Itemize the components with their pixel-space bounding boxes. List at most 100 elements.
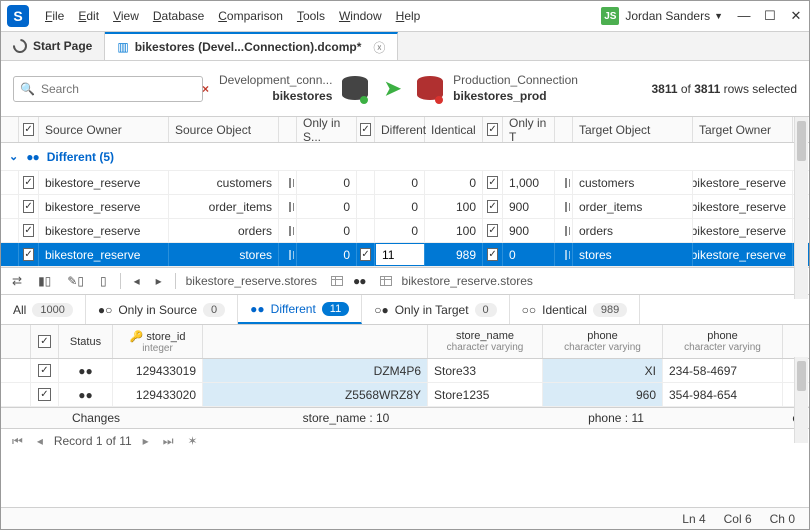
ftab-only-source[interactable]: ●○Only in Source0 xyxy=(86,295,238,324)
prev-diff-button[interactable]: ◂ xyxy=(131,272,143,290)
menu-view[interactable]: View xyxy=(107,6,145,26)
nav-next-button[interactable]: ▸ xyxy=(140,434,152,448)
next-diff-button[interactable]: ▸ xyxy=(153,272,165,290)
col-source-owner[interactable]: Source Owner xyxy=(39,117,169,142)
layout-button[interactable]: ▯ xyxy=(97,272,110,290)
user-menu-caret[interactable]: ▼ xyxy=(714,11,723,21)
menu-tools[interactable]: Tools xyxy=(291,6,331,26)
row-checkbox[interactable] xyxy=(23,200,33,213)
statusbar: Ln 4 Col 6 Ch 0 xyxy=(1,507,809,529)
detail-scrollbar[interactable] xyxy=(794,357,808,443)
detail-diff-value: Z5568WRZ8Y xyxy=(203,383,428,406)
col-source-object[interactable]: Source Object xyxy=(169,117,279,142)
nav-refresh-button[interactable]: ✶ xyxy=(185,434,201,448)
table-row[interactable]: bikestore_reserveorder_items00100900orde… xyxy=(1,195,809,219)
row-oit-checkbox[interactable] xyxy=(487,200,497,213)
menu-help[interactable]: Help xyxy=(390,6,427,26)
menu-database[interactable]: Database xyxy=(147,6,210,26)
detail-left-title: bikestore_reserve.stores xyxy=(186,274,317,288)
ftab-identical[interactable]: ○○Identical989 xyxy=(510,295,641,324)
row-checkbox[interactable] xyxy=(23,224,33,237)
row-oit-checkbox[interactable] xyxy=(487,224,497,237)
table-icon xyxy=(565,226,567,236)
menu-edit[interactable]: Edit xyxy=(72,6,105,26)
row-oit-checkbox[interactable] xyxy=(487,248,497,261)
table-row[interactable]: bikestore_reservestores0119890storesbike… xyxy=(1,243,809,267)
col-different[interactable]: Different xyxy=(375,117,425,142)
cell-only-in-target: 1,000 xyxy=(503,171,555,194)
menu-file[interactable]: File xyxy=(39,6,70,26)
detail-status: ●● xyxy=(59,359,113,382)
table-icon xyxy=(331,276,343,286)
tab-close-icon[interactable]: ⓧ xyxy=(373,39,385,56)
row-oit-checkbox[interactable] xyxy=(487,176,497,189)
minimize-button[interactable]: — xyxy=(737,8,751,24)
nav-prev-button[interactable]: ◂ xyxy=(34,434,46,448)
menu-window[interactable]: Window xyxy=(333,6,388,26)
menu-comparison[interactable]: Comparison xyxy=(212,6,289,26)
columns-button[interactable]: ▮▯ xyxy=(35,272,54,290)
tab-start-page[interactable]: Start Page xyxy=(1,32,105,60)
tab-start-label: Start Page xyxy=(33,39,92,53)
cell-different[interactable]: 11 xyxy=(375,243,425,266)
search-icon: 🔍 xyxy=(20,82,35,96)
detail-row-checkbox[interactable] xyxy=(38,364,51,377)
ftab-all[interactable]: All1000 xyxy=(1,295,86,324)
ftab-different[interactable]: ●●Different11 xyxy=(238,295,362,324)
detail-row-checkbox[interactable] xyxy=(38,388,51,401)
table-icon xyxy=(289,226,291,236)
cell-target-owner: bikestore_reserve xyxy=(693,195,793,218)
table-icon xyxy=(289,250,291,260)
grid-scrollbar[interactable] xyxy=(794,117,808,299)
menubar: File Edit View Database Comparison Tools… xyxy=(39,6,601,26)
search-input[interactable] xyxy=(41,82,196,96)
cell-target-owner: bikestore_reserve xyxy=(693,171,793,194)
table-row[interactable]: bikestore_reserveorders00100900ordersbik… xyxy=(1,219,809,243)
status-col: Col 6 xyxy=(724,512,752,526)
row-checkbox[interactable] xyxy=(23,176,33,189)
user-name[interactable]: Jordan Sanders xyxy=(625,9,710,23)
row-checkbox[interactable] xyxy=(23,248,33,261)
header-checkbox[interactable] xyxy=(23,123,33,136)
section-different[interactable]: ⌄ ●● Different (5) xyxy=(1,143,809,171)
col-only-in-source[interactable]: Only in S... xyxy=(297,117,357,142)
detail-header-checkbox[interactable] xyxy=(38,335,51,348)
detail-store-id: 129433019 xyxy=(113,359,203,382)
col-target-owner[interactable]: Target Owner xyxy=(693,117,793,142)
table-icon xyxy=(289,178,291,188)
table-icon xyxy=(565,202,567,212)
source-db-name: bikestores xyxy=(219,89,332,105)
cell-different: 0 xyxy=(375,195,425,218)
source-db-icon xyxy=(342,74,368,104)
nav-first-button[interactable]: ⏮ xyxy=(9,434,26,449)
detail-store-name: Store1235 xyxy=(428,383,543,406)
close-button[interactable]: ✕ xyxy=(789,8,803,24)
status-line: Ln 4 xyxy=(682,512,705,526)
cell-identical: 100 xyxy=(425,195,483,218)
different-dots-icon: ●● xyxy=(26,150,39,164)
col-only-in-target[interactable]: Only in T xyxy=(503,117,555,142)
detail-row[interactable]: ●●129433019DZM4P6Store33XI234-58-4697 xyxy=(1,359,809,383)
clear-search-icon[interactable]: × xyxy=(202,82,209,96)
row-diff-checkbox[interactable] xyxy=(360,248,370,261)
col-identical[interactable]: Identical xyxy=(425,117,483,142)
col-oit-checkbox[interactable] xyxy=(487,123,497,136)
cell-target-owner: bikestore_reserve xyxy=(693,219,793,242)
target-connection: Production_Connection bikestores_prod xyxy=(417,73,578,104)
tab-document[interactable]: ▥ bikestores (Devel...Connection).dcomp*… xyxy=(105,32,398,60)
ftab-only-target[interactable]: ○●Only in Target0 xyxy=(362,295,509,324)
nav-last-button[interactable]: ⏭ xyxy=(160,434,177,449)
edit-button[interactable]: ✎▯ xyxy=(64,272,87,290)
sync-button[interactable]: ⇄ xyxy=(9,272,25,290)
col-diff-checkbox[interactable] xyxy=(360,123,370,136)
table-icon xyxy=(380,276,392,286)
target-conn-name: Production_Connection xyxy=(453,73,578,89)
cell-only-in-target: 0 xyxy=(503,243,555,266)
detail-row[interactable]: ●●129433020Z5568WRZ8YStore1235960354-984… xyxy=(1,383,809,407)
chevron-down-icon: ⌄ xyxy=(9,150,18,163)
col-target-object[interactable]: Target Object xyxy=(573,117,693,142)
maximize-button[interactable]: ☐ xyxy=(763,8,777,24)
table-row[interactable]: bikestore_reservecustomers0001,000custom… xyxy=(1,171,809,195)
cell-identical: 100 xyxy=(425,219,483,242)
document-icon: ▥ xyxy=(117,40,128,54)
